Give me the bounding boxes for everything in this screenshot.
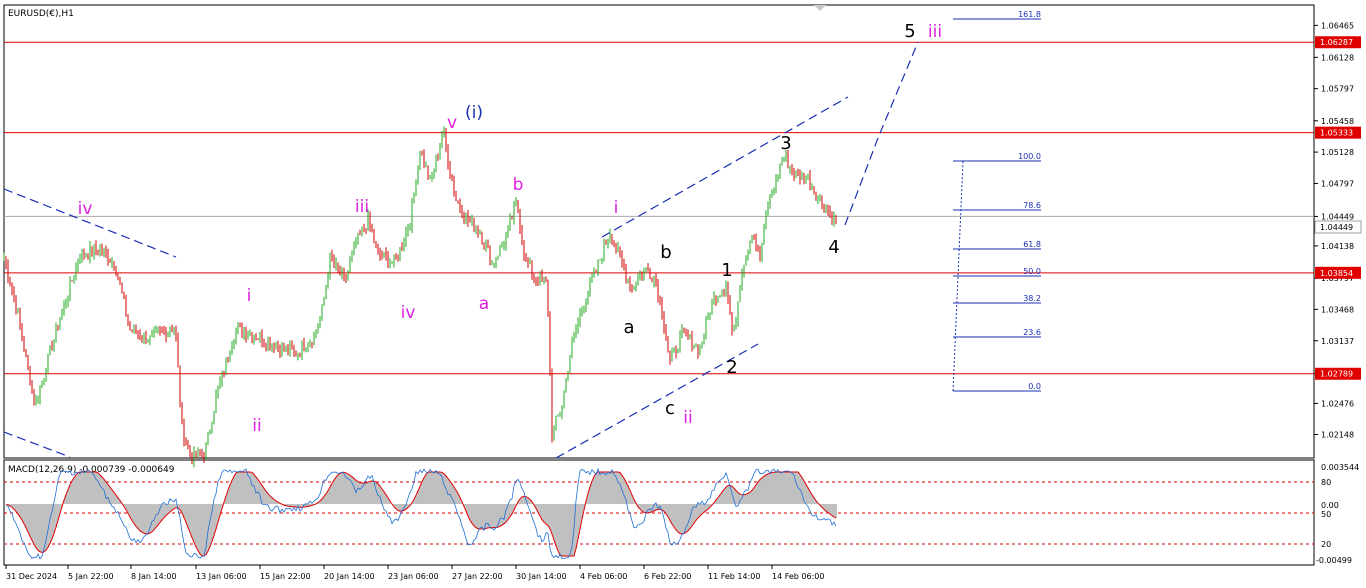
wave-label: a	[479, 294, 489, 314]
chart-canvas[interactable]: 1.06465 1.06128 1.05797 1.05458 1.05128 1.047…	[0, 0, 1366, 588]
macd-tick: 20	[1321, 540, 1331, 549]
macd-tick: 50	[1321, 510, 1331, 519]
time-axis: 31 Dec 2024 5 Jan 22:00 8 Jan 14:00 13 Jan …	[5, 565, 824, 581]
time-label: 14 Feb 06:00	[772, 572, 824, 581]
level-tag-label: 1.06287	[1320, 38, 1353, 47]
fib-label: 50.0	[1023, 267, 1041, 276]
wave-label: c	[665, 398, 675, 419]
macd-tick: 80	[1321, 478, 1331, 487]
time-label: 5 Jan 22:00	[68, 572, 114, 581]
level-tag-label: 1.05333	[1320, 129, 1353, 138]
wave-label: b	[660, 242, 671, 263]
time-label: 6 Feb 22:00	[644, 572, 691, 581]
fib-label: 38.2	[1023, 294, 1041, 303]
time-label: 4 Feb 06:00	[580, 572, 627, 581]
time-label: 8 Jan 14:00	[131, 572, 177, 581]
time-label: 27 Jan 22:00	[452, 572, 503, 581]
time-label: 15 Jan 22:00	[260, 572, 311, 581]
macd-tick: 0.003544	[1321, 463, 1359, 472]
price-tick: 1.06128	[1321, 53, 1354, 62]
price-tick: 1.02148	[1321, 430, 1354, 439]
wave-label: 4	[828, 237, 839, 258]
fib-label: 100.0	[1018, 152, 1041, 161]
fib-label: 61.8	[1023, 240, 1041, 249]
price-tick: 1.03137	[1321, 337, 1354, 346]
price-tick: 1.06465	[1321, 21, 1354, 30]
fib-label: 0.0	[1028, 382, 1041, 391]
wave-label: (i)	[465, 103, 483, 123]
price-tick: 1.05797	[1321, 85, 1354, 94]
level-tag-label: 1.02789	[1320, 370, 1353, 379]
wave-label: 2	[726, 357, 737, 378]
wave-label: i	[614, 198, 619, 218]
time-label: 30 Jan 14:00	[516, 572, 567, 581]
wave-label: 5	[904, 21, 915, 42]
wave-label: iv	[401, 303, 416, 323]
macd-tick: -0.00499	[1316, 556, 1352, 565]
chart-title: EURUSD(€),H1	[8, 9, 74, 19]
price-tick: 1.05458	[1321, 117, 1354, 126]
current-price-tag: 1.04449	[1314, 220, 1362, 234]
wave-label: ii	[252, 416, 261, 436]
wave-label: 1	[721, 260, 732, 281]
fib-label: 161.8	[1018, 10, 1041, 19]
time-label: 31 Dec 2024	[6, 572, 57, 581]
time-label: 11 Feb 14:00	[708, 572, 760, 581]
time-label: 20 Jan 14:00	[324, 572, 375, 581]
time-label: 13 Jan 06:00	[196, 572, 247, 581]
price-tick: 1.03468	[1321, 305, 1354, 314]
macd-axis: 0.003544 80 0.00 50 20 -0.00499	[1316, 463, 1359, 565]
fib-label: 23.6	[1023, 328, 1041, 337]
wave-label: i	[247, 286, 252, 306]
wave-label: 3	[780, 133, 791, 154]
price-tick: 1.02476	[1321, 399, 1354, 408]
wave-label: v	[447, 113, 457, 133]
wave-label: a	[623, 317, 634, 338]
wave-label: iv	[78, 199, 93, 219]
wave-label: b	[513, 175, 524, 195]
price-panel[interactable]	[3, 4, 1315, 459]
level-tag-label: 1.03854	[1320, 269, 1353, 278]
price-tick: 1.04449	[1321, 212, 1354, 221]
current-price-label: 1.04449	[1320, 223, 1353, 232]
wave-label: ii	[683, 408, 692, 428]
wave-label: iii	[355, 197, 369, 217]
macd-tick: 0.00	[1321, 501, 1339, 510]
price-tick: 1.04797	[1321, 179, 1354, 188]
price-tick: 1.04138	[1321, 242, 1354, 251]
price-tick: 1.05128	[1321, 148, 1354, 157]
wave-label: iii	[928, 22, 942, 42]
fib-label: 78.6	[1023, 201, 1041, 210]
time-label: 23 Jan 06:00	[388, 572, 439, 581]
